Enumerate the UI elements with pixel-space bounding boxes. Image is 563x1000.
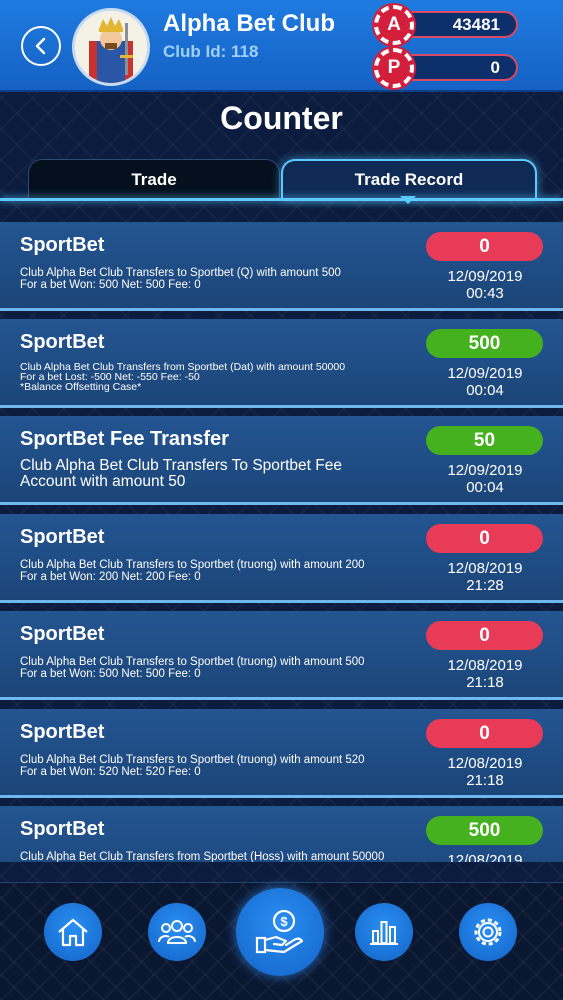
record-description: Club Alpha Bet Club Transfers from Sport… (20, 361, 346, 393)
record-date: 12/08/2019 (447, 657, 523, 674)
king-card-avatar-icon (75, 11, 147, 83)
record-time: 21:18 (466, 674, 504, 691)
record-row[interactable]: SportBet Club Alpha Bet Club Transfers t… (0, 611, 563, 700)
money-hand-icon: $ (255, 909, 304, 954)
record-title: SportBet (20, 526, 105, 548)
record-datetime: 12/08/2019 21:18 (427, 657, 543, 691)
record-row[interactable]: SportBet Club Alpha Bet Club Transfers t… (0, 222, 563, 311)
record-amount-badge: 0 (426, 232, 543, 261)
gear-icon (474, 918, 502, 946)
record-title: SportBet (20, 623, 105, 645)
record-date: 12/08/2019 (447, 560, 523, 577)
tabs-underline (0, 198, 563, 201)
record-row[interactable]: SportBet Fee Transfer Club Alpha Bet Clu… (0, 416, 563, 505)
record-description: Club Alpha Bet Club Transfers to Sportbe… (20, 754, 365, 778)
record-date: 12/08/2019 (447, 852, 523, 862)
club-id: Club Id: 118 (163, 42, 259, 61)
record-row[interactable]: SportBet Club Alpha Bet Club Transfers f… (0, 319, 563, 408)
page-title: Counter (220, 100, 343, 136)
record-datetime: 12/09/2019 00:04 (427, 462, 543, 496)
record-title: SportBet (20, 331, 105, 353)
record-date: 12/08/2019 (447, 755, 523, 772)
record-amount-badge: 50 (426, 426, 543, 455)
members-icon (158, 920, 196, 944)
nav-stats-button[interactable] (355, 903, 413, 961)
trade-record-list[interactable]: SportBet Club Alpha Bet Club Transfers t… (0, 210, 563, 862)
record-date: 12/09/2019 (447, 365, 523, 382)
record-datetime: 12/09/2019 00:43 (427, 268, 543, 302)
club-name: Alpha Bet Club (163, 10, 335, 37)
record-amount-badge: 500 (426, 329, 543, 358)
back-button[interactable] (21, 26, 61, 66)
club-avatar[interactable] (72, 8, 150, 86)
record-description: Club Alpha Bet Club Transfers from Sport… (20, 851, 385, 862)
record-time: 00:04 (466, 382, 504, 399)
record-datetime: 12/08/2019 21:28 (427, 560, 543, 594)
record-datetime: 12/09/2019 00:04 (427, 365, 543, 399)
record-title: SportBet Fee Transfer (20, 428, 229, 450)
record-title: SportBet (20, 721, 105, 743)
record-time: 21:28 (466, 577, 504, 594)
record-description: Club Alpha Bet Club Transfers to Sportbe… (20, 559, 365, 583)
record-row[interactable]: SportBet Club Alpha Bet Club Transfers f… (0, 806, 563, 862)
record-date: 12/09/2019 (447, 462, 523, 479)
record-row[interactable]: SportBet Club Alpha Bet Club Transfers t… (0, 514, 563, 603)
record-description: Club Alpha Bet Club Transfers to Sportbe… (20, 267, 341, 291)
svg-text:$: $ (280, 914, 288, 929)
record-amount-badge: 0 (426, 524, 543, 553)
record-datetime: 12/08/2019 (427, 852, 543, 862)
nav-home-button[interactable] (44, 903, 102, 961)
record-time: 00:04 (466, 479, 504, 496)
nav-settings-button[interactable] (459, 903, 517, 961)
record-amount-badge: 0 (426, 621, 543, 650)
active-tab-indicator (400, 196, 416, 204)
tab-trade-record[interactable]: Trade Record (281, 159, 537, 199)
record-amount-badge: 0 (426, 719, 543, 748)
record-time: 00:43 (466, 285, 504, 302)
nav-counter-button[interactable]: $ (236, 888, 324, 976)
record-amount-badge: 500 (426, 816, 543, 845)
chip-a-icon: A (374, 5, 414, 45)
record-date: 12/09/2019 (447, 268, 523, 285)
record-time: 21:18 (466, 772, 504, 789)
record-description: Club Alpha Bet Club Transfers To Sportbe… (20, 457, 342, 490)
stats-icon (370, 921, 398, 945)
nav-members-button[interactable] (148, 903, 206, 961)
record-row[interactable]: SportBet Club Alpha Bet Club Transfers t… (0, 709, 563, 798)
record-title: SportBet (20, 818, 105, 840)
record-title: SportBet (20, 234, 105, 256)
header-bar: Alpha Bet Club Club Id: 118 43481 A 0 P (0, 0, 563, 92)
record-description: Club Alpha Bet Club Transfers to Sportbe… (20, 656, 365, 680)
chip-p-icon: P (374, 48, 414, 88)
home-icon (58, 918, 88, 947)
record-datetime: 12/08/2019 21:18 (427, 755, 543, 789)
tab-trade[interactable]: Trade (28, 159, 280, 199)
chevron-left-icon (35, 37, 46, 55)
